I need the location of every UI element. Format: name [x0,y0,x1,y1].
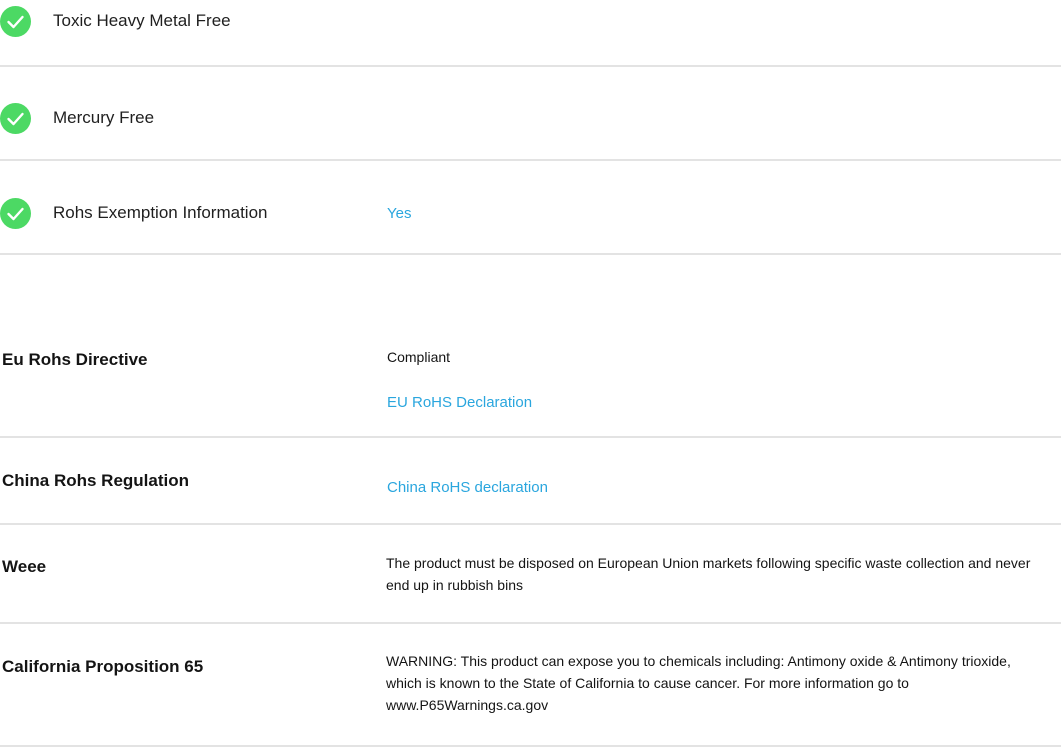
divider [0,745,1061,747]
check-row-toxic-heavy-metal-free: Toxic Heavy Metal Free [0,0,1061,94]
regulation-label: China Rohs Regulation [2,471,189,490]
weee-description: The product must be disposed on European… [386,555,1031,593]
check-circle-icon [0,6,31,37]
divider [0,523,1061,525]
regulation-label: California Proposition 65 [2,657,204,676]
check-label: Rohs Exemption Information [53,203,268,222]
prop65-warning-text: WARNING: This product can expose you to … [386,653,1011,713]
check-circle-icon [0,198,31,229]
check-label: Mercury Free [53,108,155,127]
check-label: Toxic Heavy Metal Free [53,11,231,30]
check-row-rohs-exemption: Rohs Exemption Information Yes [0,192,1061,286]
check-circle-icon [0,103,31,134]
divider [0,622,1061,624]
divider [0,253,1061,255]
regulation-label: Weee [2,557,47,576]
divider [0,65,1061,67]
rohs-exemption-value-link[interactable]: Yes [387,205,411,223]
divider [0,436,1061,438]
eu-rohs-status: Compliant [387,349,451,365]
china-rohs-declaration-link[interactable]: China RoHS declaration [387,479,548,497]
eu-rohs-declaration-link[interactable]: EU RoHS Declaration [387,394,532,412]
regulation-label: Eu Rohs Directive [2,350,148,369]
check-row-mercury-free: Mercury Free [0,97,1061,191]
divider [0,159,1061,161]
